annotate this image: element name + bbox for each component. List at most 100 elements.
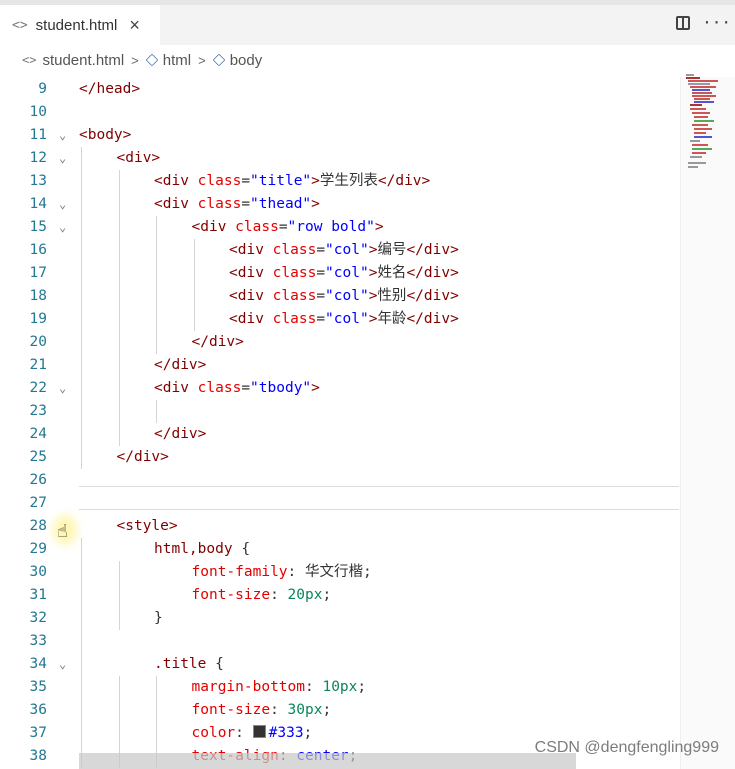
code-line[interactable]: 36 font-size: 30px; — [0, 699, 680, 722]
token-prop: font-family — [191, 564, 288, 580]
line-number: 17 — [29, 265, 47, 281]
editor-divider — [79, 485, 679, 487]
minimap-line — [694, 128, 712, 130]
horizontal-scrollbar[interactable] — [79, 753, 576, 769]
code-line[interactable]: 23 — [0, 400, 680, 423]
code-text: <div class="col">年龄</div> — [229, 308, 459, 331]
code-line[interactable]: 11 ⌄ <body> — [0, 124, 680, 147]
code-line[interactable]: 19 <div class="col">年龄</div> — [0, 308, 680, 331]
code-line[interactable]: 10 — [0, 101, 680, 124]
code-line[interactable]: 29 html,body { — [0, 538, 680, 561]
split-editor-icon[interactable] — [676, 16, 691, 30]
code-text: </div> — [154, 354, 206, 377]
token-tag: <div — [229, 242, 273, 258]
token-plain: 年龄 — [377, 311, 407, 327]
close-icon[interactable]: × — [129, 15, 140, 36]
indent-guide — [81, 147, 82, 469]
code-line[interactable]: 15 ⌄ <div class="row bold"> — [0, 216, 680, 239]
code-text: font-size: 20px; — [192, 584, 332, 607]
code-line[interactable]: 28 <style> — [0, 515, 680, 538]
token-num: 30px — [287, 702, 323, 718]
html-file-icon: <> — [22, 53, 37, 67]
token-plain: = — [241, 173, 251, 189]
fold-chevron-icon[interactable]: ⌄ — [59, 653, 66, 676]
code-line[interactable]: 34 ⌄ .title { — [0, 653, 680, 676]
code-line[interactable]: 25 </div> — [0, 446, 680, 469]
line-number: 18 — [29, 288, 47, 304]
color-swatch[interactable] — [252, 725, 266, 738]
code-line[interactable]: 20 </div> — [0, 331, 680, 354]
fold-chevron-icon[interactable]: ⌄ — [59, 377, 66, 400]
code-editor[interactable]: 9 </head> 10 11 ⌄ <body> 12 ⌄ <div> 13 <div class=… — [0, 77, 680, 769]
token-num: 10px — [322, 679, 358, 695]
code-text: font-family: 华文行楷; — [192, 561, 372, 584]
code-line[interactable]: 13 <div class="title">学生列表</div> — [0, 170, 680, 193]
breadcrumb-item-html[interactable]: html — [163, 52, 191, 69]
indent-guide — [81, 538, 82, 768]
code-line[interactable]: 18 <div class="col">性别</div> — [0, 285, 680, 308]
fold-chevron-icon[interactable]: ⌄ — [59, 216, 66, 239]
code-line[interactable]: 14 ⌄ <div class="thead"> — [0, 193, 680, 216]
code-line[interactable]: 22 ⌄ <div class="tbody"> — [0, 377, 680, 400]
code-line[interactable]: 17 <div class="col">姓名</div> — [0, 262, 680, 285]
fold-chevron-icon[interactable]: ⌄ — [59, 193, 66, 216]
token-num: 20px — [287, 587, 323, 603]
token-tag: <div — [154, 380, 198, 396]
editor-divider — [79, 508, 679, 510]
token-str: "title" — [250, 173, 312, 189]
hand-cursor-icon: ☝ — [57, 521, 68, 542]
code-line[interactable]: 26 — [0, 469, 680, 492]
code-line[interactable]: 24 </div> — [0, 423, 680, 446]
token-tag: <div — [154, 196, 198, 212]
line-number: 37 — [29, 725, 47, 741]
token-tag: </div> — [154, 426, 207, 442]
code-text: </div> — [154, 423, 206, 446]
token-tag: </div> — [116, 449, 169, 465]
indent-guide — [193, 239, 195, 331]
minimap-line — [692, 144, 708, 146]
line-number: 33 — [29, 633, 47, 649]
token-plain: 编号 — [377, 242, 407, 258]
line-number: 34 — [29, 656, 47, 672]
minimap-line — [690, 104, 702, 106]
minimap-line — [694, 120, 714, 122]
minimap-line — [688, 80, 718, 82]
token-attr: class — [197, 196, 242, 212]
token-plain: : 华文行楷; — [287, 564, 372, 580]
fold-chevron-icon[interactable]: ⌄ — [59, 124, 66, 147]
token-tag: <div — [229, 311, 273, 327]
breadcrumb-file[interactable]: student.html — [42, 52, 124, 69]
breadcrumb-item-body[interactable]: body — [230, 52, 263, 69]
tab-label: student.html — [35, 16, 118, 34]
code-line[interactable]: 12 ⌄ <div> — [0, 147, 680, 170]
code-line[interactable]: 21 </div> — [0, 354, 680, 377]
minimap[interactable] — [684, 72, 735, 192]
token-str: "col" — [325, 265, 369, 281]
token-plain: 性别 — [377, 288, 407, 304]
html-file-icon: <> — [12, 17, 28, 33]
token-tag: </div> — [406, 288, 459, 304]
code-line[interactable]: 27 — [0, 492, 680, 515]
indent-guide — [118, 561, 120, 630]
minimap-line — [692, 92, 712, 94]
minimap-line — [690, 108, 706, 110]
minimap-line — [692, 152, 706, 154]
token-tag: <div> — [116, 150, 161, 166]
token-tag: </div> — [377, 173, 431, 189]
code-line[interactable]: 16 <div class="col">编号</div> — [0, 239, 680, 262]
tab-student-html[interactable]: <> student.html × — [0, 5, 160, 45]
code-line[interactable]: 33 — [0, 630, 680, 653]
fold-chevron-icon[interactable]: ⌄ — [59, 147, 66, 170]
line-number: 21 — [29, 357, 47, 373]
code-line[interactable]: 35 margin-bottom: 10px; — [0, 676, 680, 699]
code-line[interactable]: 9 </head> — [0, 78, 680, 101]
code-line[interactable]: 32} — [0, 607, 680, 630]
code-line[interactable]: 31 font-size: 20px; — [0, 584, 680, 607]
token-sel: .title — [154, 656, 216, 672]
token-tag: </div> — [191, 334, 244, 350]
token-tag: <div — [229, 288, 273, 304]
token-prop: margin-bottom — [191, 679, 306, 695]
more-actions-icon[interactable]: ··· — [702, 13, 731, 32]
token-prop: font-size — [191, 702, 271, 718]
code-line[interactable]: 30 font-family: 华文行楷; — [0, 561, 680, 584]
